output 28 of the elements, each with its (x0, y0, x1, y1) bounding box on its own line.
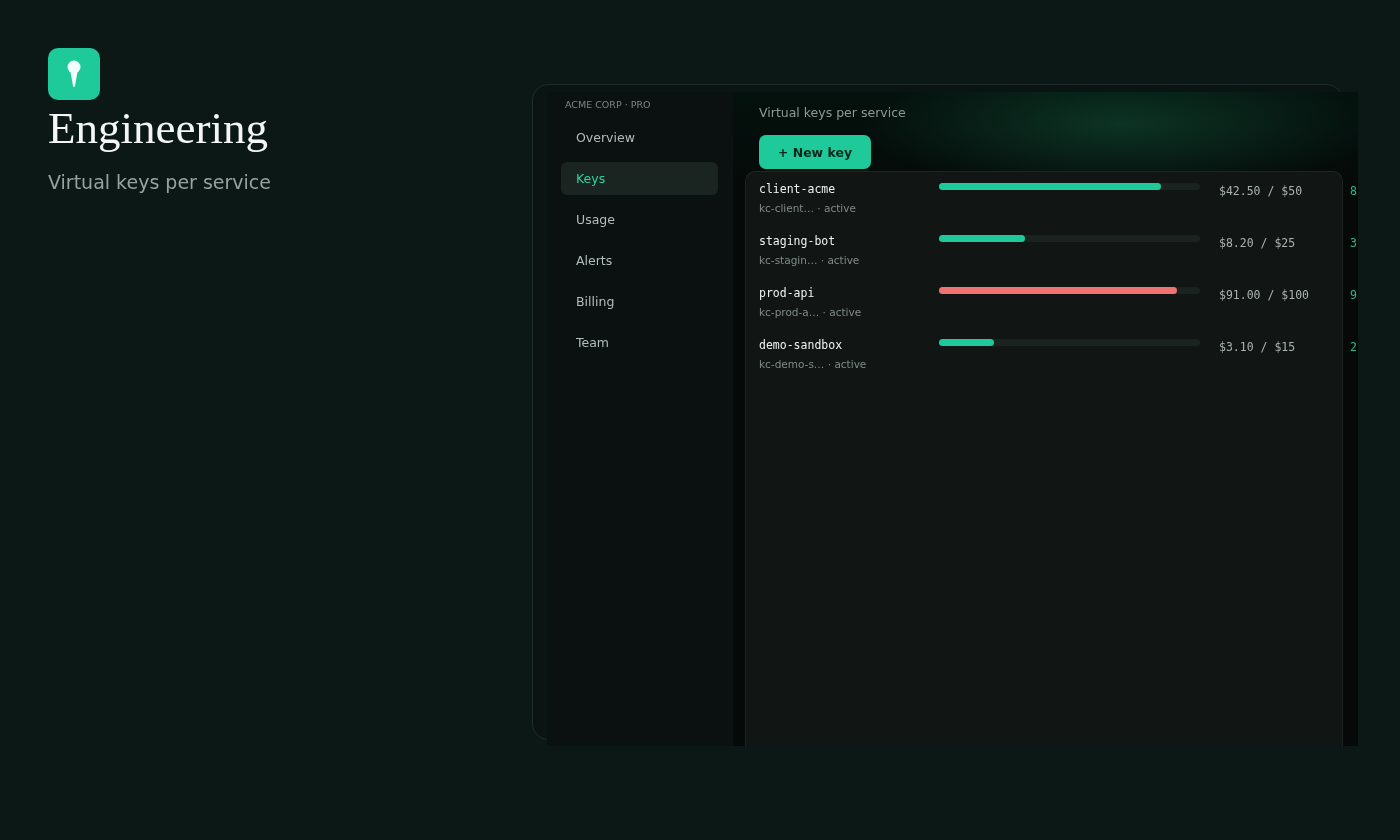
truncated-value: 3 (1350, 235, 1358, 252)
nav-item[interactable]: Overview (561, 121, 718, 154)
spend-amount: $91.00 / $100 (1219, 287, 1310, 304)
truncated-value: 2 (1350, 339, 1358, 356)
key-meta: kc-demo-s… · active (759, 357, 867, 372)
key-meta: kc-prod-a… · active (759, 305, 862, 320)
new-key-button[interactable]: + New key (759, 135, 871, 169)
truncated-value: 8 (1350, 183, 1358, 200)
nav-item[interactable]: Team (561, 326, 718, 359)
nav-item[interactable]: Usage (561, 203, 718, 236)
truncated-value: 9 (1350, 287, 1358, 304)
org-label: ACME CORP · PRO (564, 99, 652, 111)
key-name: staging-bot (759, 233, 836, 250)
key-name: demo-sandbox (759, 337, 843, 354)
nav-item[interactable]: Billing (561, 285, 718, 318)
page-subtitle: Virtual keys per service (759, 104, 906, 121)
key-meta: kc-client… · active (759, 201, 856, 216)
pin-icon (48, 48, 100, 100)
spend-amount: $42.50 / $50 (1219, 183, 1304, 200)
nav-item[interactable]: Alerts (561, 244, 718, 277)
nav-item[interactable]: Keys (561, 162, 718, 195)
key-meta: kc-stagin… · active (759, 253, 860, 268)
key-name: client-acme (759, 181, 836, 198)
spend-amount: $3.10 / $15 (1219, 339, 1297, 356)
hero-title: Engineering (48, 102, 268, 154)
hero-subtitle: Virtual keys per service (48, 170, 271, 195)
key-name: prod-api (759, 285, 815, 302)
spend-amount: $8.20 / $25 (1219, 235, 1297, 252)
